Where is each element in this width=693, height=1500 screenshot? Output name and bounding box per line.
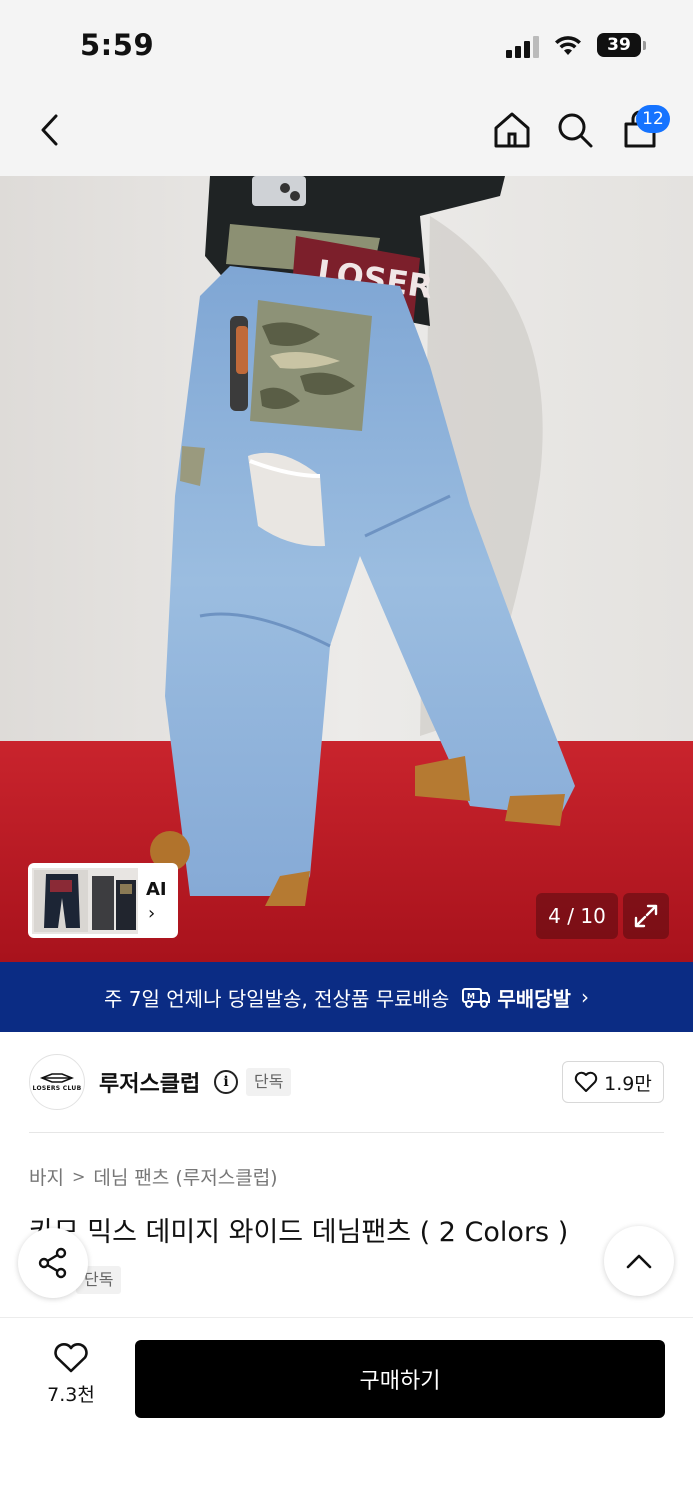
product-like-button[interactable]: 7.3천 — [30, 1342, 112, 1412]
cart-count-badge: 12 — [636, 105, 670, 133]
brand-name[interactable]: 루저스클럽 — [99, 1066, 200, 1098]
home-icon — [494, 112, 530, 148]
brand-logo[interactable]: LOSERS CLUB — [29, 1054, 85, 1110]
product-image[interactable]: LOSER CLUB — [0, 176, 693, 962]
exclusive-tag: 단독 — [246, 1068, 292, 1096]
breadcrumb-category[interactable]: 바지 — [29, 1163, 64, 1190]
top-nav — [0, 90, 693, 176]
product-title: 카모 믹스 데미지 와이드 데님팬츠 ( 2 Colors ) — [29, 1217, 569, 1248]
battery-icon: 39 — [597, 33, 641, 57]
shipping-badge: 무배당발 — [497, 986, 571, 1011]
back-icon — [41, 114, 58, 146]
scroll-top-button[interactable] — [604, 1226, 674, 1296]
status-time: 5:59 — [80, 28, 155, 62]
delivery-truck-icon: M — [461, 985, 491, 1009]
battery-nub — [643, 41, 646, 50]
chevron-up-icon — [626, 1254, 652, 1269]
chevron-right-icon: > — [71, 1167, 86, 1186]
expand-button[interactable] — [623, 893, 669, 939]
ai-thumbnail-image — [32, 868, 138, 934]
search-icon — [558, 113, 593, 148]
shipping-banner[interactable]: 주 7일 언제나 당일발송, 전상품 무료배송 M 무배당발 › — [0, 962, 693, 1032]
signal-icon — [506, 36, 542, 58]
brand-like-button[interactable]: 1.9만 — [562, 1061, 664, 1103]
heart-icon — [54, 1343, 88, 1373]
home-button[interactable] — [484, 90, 540, 170]
share-button[interactable] — [18, 1228, 88, 1298]
buy-button[interactable]: 구매하기 — [135, 1340, 665, 1418]
chevron-right-icon: › — [148, 903, 156, 924]
battery-level: 39 — [607, 35, 631, 55]
brand-like-count: 1.9만 — [604, 1072, 652, 1095]
expand-icon — [634, 904, 658, 928]
status-bar: 5:59 39 — [0, 0, 693, 90]
heart-icon — [574, 1071, 598, 1092]
ai-similar-button[interactable]: AI › — [28, 863, 178, 938]
share-icon — [38, 1247, 67, 1279]
back-button[interactable] — [22, 90, 78, 170]
svg-text:M: M — [467, 992, 475, 1001]
brand-logo-mark — [40, 1073, 74, 1083]
breadcrumb: 바지 > 데님 팬츠 (루저스클럽) — [29, 1163, 278, 1190]
ai-label: AI — [146, 879, 167, 900]
product-like-count: 7.3천 — [47, 1384, 95, 1406]
breadcrumb-subcategory[interactable]: 데님 팬츠 (루저스클럽) — [93, 1163, 277, 1190]
product-photo: LOSER CLUB — [0, 176, 693, 962]
chevron-right-icon: › — [580, 985, 589, 1009]
wifi-icon — [555, 36, 581, 55]
shipping-banner-text: 주 7일 언제나 당일발송, 전상품 무료배송 — [104, 986, 450, 1011]
search-button[interactable] — [547, 90, 603, 170]
divider — [29, 1132, 664, 1133]
brand-logo-text: LOSERS CLUB — [32, 1085, 82, 1092]
info-icon[interactable]: i — [214, 1070, 238, 1094]
image-counter: 4 / 10 — [536, 893, 618, 939]
